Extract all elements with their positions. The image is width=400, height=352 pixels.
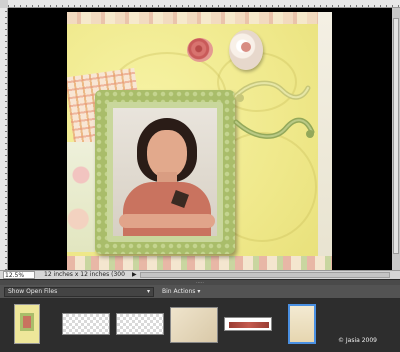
floral-border-bottom — [67, 256, 332, 270]
status-bar: 12.5% 12 inches x 12 inches (300 ppi) ▶ — [0, 270, 400, 286]
dropdown-chevron-icon: ▾ — [146, 288, 150, 295]
bin-thumbnail-paper-texture[interactable] — [170, 307, 218, 343]
document-canvas[interactable] — [8, 8, 392, 270]
bin-actions-label: Bin Actions — [162, 288, 196, 295]
vertical-scroll-thumb[interactable] — [393, 18, 399, 254]
vertical-ruler — [0, 8, 8, 270]
bin-actions-chevron-icon: ▾ — [197, 288, 201, 295]
bin-thumbnail-flourish-1[interactable] — [62, 313, 110, 335]
floral-paper-strip-top — [67, 12, 332, 24]
paper-strip-right — [318, 12, 332, 270]
floral-paper-left — [67, 142, 95, 252]
copyright-watermark: © Jasia 2009 — [338, 337, 377, 344]
zoom-level-field[interactable]: 12.5% — [3, 271, 35, 279]
project-bin-toolbar: Show Open Files ▾ Bin Actions ▾ — [0, 285, 400, 299]
document-size-info: 12 inches x 12 inches (300 ppi) — [44, 271, 125, 286]
bin-thumbnail-scrapbook-page[interactable] — [14, 304, 40, 344]
horizontal-ruler — [8, 0, 400, 8]
photo-mat — [107, 102, 223, 242]
show-open-files-dropdown[interactable]: Show Open Files ▾ — [4, 287, 154, 297]
floral-medallion-embellishment[interactable] — [229, 30, 263, 70]
photo-editor-window: 12.5% 12 inches x 12 inches (300 ppi) ▶ … — [0, 0, 400, 352]
bin-actions-menu[interactable]: Bin Actions ▾ — [162, 285, 200, 299]
ruler-corner — [0, 0, 8, 8]
bin-thumbnail-selected-paper[interactable] — [288, 304, 316, 344]
scrapbook-page[interactable] — [67, 12, 332, 270]
thumbnail-ribbon — [229, 322, 269, 328]
scalloped-photo-frame[interactable] — [95, 90, 235, 254]
horizontal-scrollbar[interactable] — [140, 272, 390, 278]
portrait-face — [147, 130, 187, 178]
flourish-upper[interactable] — [232, 76, 312, 106]
vintage-portrait-photo[interactable] — [113, 108, 217, 236]
portrait-arms — [119, 214, 215, 228]
bin-thumbnail-ribbon[interactable] — [224, 317, 272, 331]
flourish-lower[interactable] — [232, 112, 317, 146]
bin-thumbnail-flourish-2[interactable] — [116, 313, 164, 335]
thumbnail-photo — [23, 316, 31, 328]
show-open-files-label: Show Open Files — [8, 288, 58, 295]
rose-embellishment[interactable] — [187, 38, 213, 62]
vertical-scrollbar[interactable] — [392, 8, 400, 270]
project-bin: © Jasia 2009 — [0, 299, 400, 352]
status-menu-arrow-icon[interactable]: ▶ — [132, 272, 138, 278]
